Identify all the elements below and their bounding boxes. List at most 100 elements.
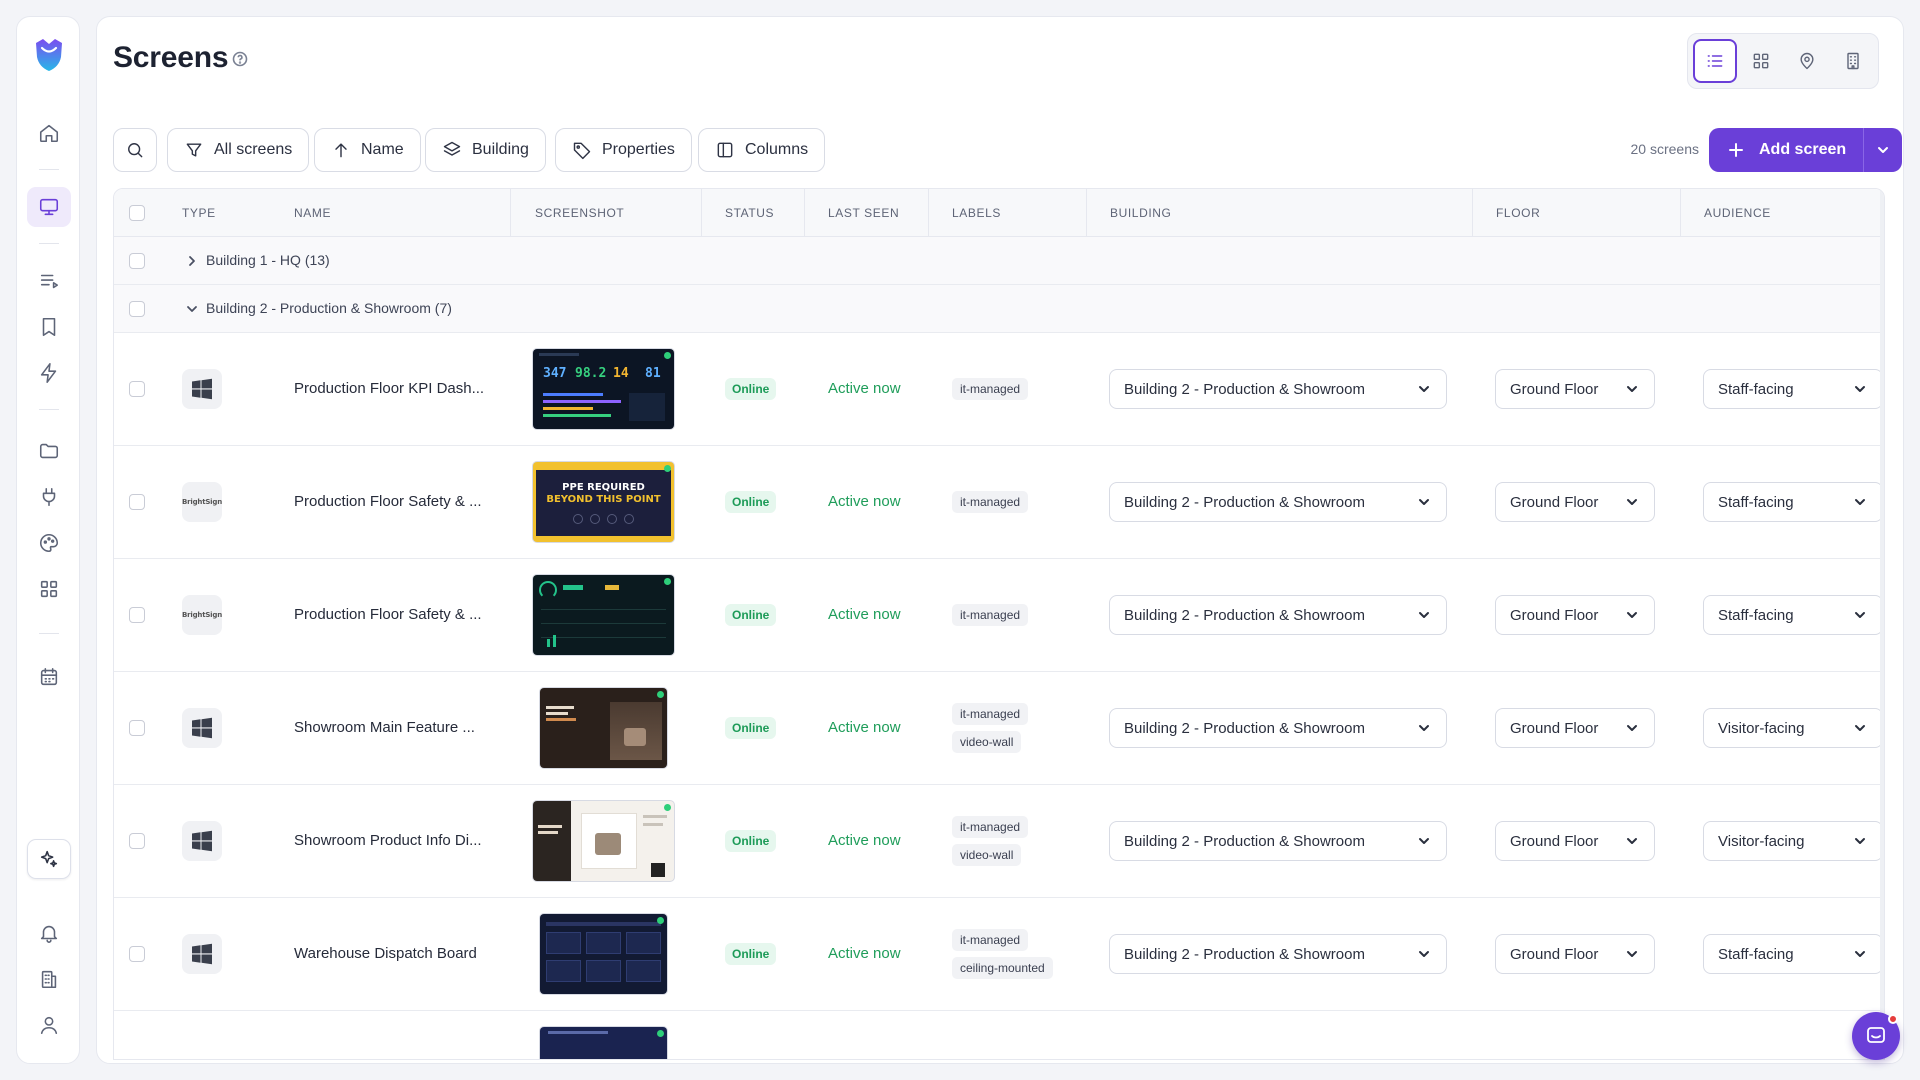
floor-select[interactable]: Ground Floor [1495, 934, 1655, 974]
audience-select[interactable]: Staff-facing [1703, 369, 1883, 409]
row-checkbox[interactable] [129, 607, 145, 623]
building-select[interactable]: Building 2 - Production & Showroom [1109, 595, 1447, 635]
logo-icon[interactable] [31, 35, 67, 75]
screen-name[interactable]: Production Floor Safety & ... [294, 606, 482, 623]
building-select[interactable]: Building 2 - Production & Showroom [1109, 482, 1447, 522]
column-screenshot[interactable]: Screenshot [510, 189, 624, 237]
floor-select[interactable]: Ground Floor [1495, 369, 1655, 409]
user-icon[interactable] [27, 1005, 71, 1045]
folder-icon[interactable] [27, 431, 71, 471]
screen-name[interactable]: Showroom Product Info Di... [294, 832, 482, 849]
screen-name[interactable]: Warehouse Dispatch Board [294, 945, 477, 962]
screenshot-thumbnail[interactable] [533, 801, 674, 881]
label-tag[interactable]: it-managed [952, 816, 1029, 838]
screen-name[interactable]: Showroom Main Feature ... [294, 719, 475, 736]
column-audience[interactable]: Audience [1680, 189, 1771, 237]
group-row-building-2[interactable]: Building 2 - Production & Showroom (7) [114, 285, 1884, 333]
label-tag[interactable]: video-wall [952, 731, 1022, 753]
add-screen-dropdown[interactable] [1863, 128, 1902, 172]
label-tag[interactable]: it-managed [952, 378, 1029, 400]
table-row[interactable]: BrightSign Production Floor Safety & ...… [114, 446, 1884, 559]
bookmark-icon[interactable] [27, 307, 71, 347]
column-building[interactable]: Building [1086, 189, 1171, 237]
table-row[interactable]: Warehouse Dispatch Board Online Active n… [114, 898, 1884, 1011]
apps-icon[interactable] [27, 569, 71, 609]
sparkle-icon[interactable] [27, 839, 71, 879]
chevron-right-icon[interactable] [184, 253, 200, 269]
columns-button[interactable]: Columns [698, 128, 826, 172]
calendar-icon[interactable] [27, 657, 71, 697]
table-row[interactable] [114, 1011, 1884, 1059]
column-name[interactable]: Name [294, 189, 331, 237]
group-row-building-1[interactable]: Building 1 - HQ (13) [114, 237, 1884, 285]
floor-select[interactable]: Ground Floor [1495, 482, 1655, 522]
table-row[interactable]: Showroom Product Info Di... Online Activ… [114, 785, 1884, 898]
label-tag[interactable]: it-managed [952, 703, 1029, 725]
label-tag[interactable]: it-managed [952, 929, 1029, 951]
building-select[interactable]: Building 2 - Production & Showroom [1109, 708, 1447, 748]
label-tag[interactable]: it-managed [952, 491, 1029, 513]
floor-select[interactable]: Ground Floor [1495, 821, 1655, 861]
filter-all-screens-button[interactable]: All screens [167, 128, 310, 172]
row-checkbox[interactable] [129, 720, 145, 736]
properties-button[interactable]: Properties [555, 128, 692, 172]
screenshot-thumbnail[interactable] [540, 1027, 667, 1059]
table-row[interactable]: Showroom Main Feature ... Online Active … [114, 672, 1884, 785]
screen-name[interactable]: Production Floor KPI Dash... [294, 380, 484, 397]
building-icon[interactable] [27, 959, 71, 999]
playlist-icon[interactable] [27, 261, 71, 301]
palette-icon[interactable] [27, 523, 71, 563]
row-checkbox[interactable] [129, 494, 145, 510]
monitor-icon[interactable] [27, 187, 71, 227]
sort-name-button[interactable]: Name [314, 128, 421, 172]
select-all-checkbox[interactable] [129, 205, 145, 221]
lightning-icon[interactable] [27, 353, 71, 393]
table-row[interactable]: Production Floor KPI Dash... 347 98.2 14… [114, 333, 1884, 446]
floor-select[interactable]: Ground Floor [1495, 708, 1655, 748]
column-status[interactable]: Status [701, 189, 774, 237]
screenshot-thumbnail[interactable]: PPE REQUIRED BEYOND THIS POINT [533, 462, 674, 542]
row-checkbox[interactable] [129, 946, 145, 962]
audience-select[interactable]: Visitor-facing [1703, 821, 1883, 861]
chevron-down-icon[interactable] [184, 301, 200, 317]
scrollbar[interactable] [1880, 189, 1884, 1059]
building-view-icon[interactable] [1831, 39, 1875, 83]
row-checkbox[interactable] [129, 833, 145, 849]
screenshot-thumbnail[interactable]: 347 98.2 14 81 [533, 349, 674, 429]
label-tag[interactable]: ceiling-mounted [952, 957, 1053, 979]
floor-select[interactable]: Ground Floor [1495, 595, 1655, 635]
audience-select[interactable]: Staff-facing [1703, 482, 1883, 522]
list-view-icon[interactable] [1693, 39, 1737, 83]
group-checkbox[interactable] [129, 253, 145, 269]
building-select[interactable]: Building 2 - Production & Showroom [1109, 934, 1447, 974]
building-select[interactable]: Building 2 - Production & Showroom [1109, 369, 1447, 409]
plug-icon[interactable] [27, 477, 71, 517]
screenshot-thumbnail[interactable] [540, 914, 667, 994]
home-icon[interactable] [27, 113, 71, 153]
screenshot-thumbnail[interactable] [540, 688, 667, 768]
screen-name[interactable]: Production Floor Safety & ... [294, 493, 482, 510]
audience-select[interactable]: Staff-facing [1703, 934, 1883, 974]
add-screen-button[interactable]: Add screen [1709, 128, 1863, 172]
plus-icon [1729, 143, 1743, 157]
screenshot-thumbnail[interactable] [533, 575, 674, 655]
map-pin-icon[interactable] [1785, 39, 1829, 83]
audience-select[interactable]: Staff-facing [1703, 595, 1883, 635]
group-building-button[interactable]: Building [425, 128, 546, 172]
row-checkbox[interactable] [129, 381, 145, 397]
help-icon[interactable] [232, 51, 248, 67]
column-type[interactable]: Type [182, 189, 216, 237]
grid-view-icon[interactable] [1739, 39, 1783, 83]
label-tag[interactable]: video-wall [952, 844, 1022, 866]
label-tag[interactable]: it-managed [952, 604, 1029, 626]
search-button[interactable] [113, 128, 157, 172]
table-row[interactable]: BrightSign Production Floor Safety & ...… [114, 559, 1884, 672]
group-checkbox[interactable] [129, 301, 145, 317]
column-labels[interactable]: Labels [928, 189, 1001, 237]
column-floor[interactable]: Floor [1472, 189, 1540, 237]
building-select[interactable]: Building 2 - Production & Showroom [1109, 821, 1447, 861]
bell-icon[interactable] [27, 913, 71, 953]
chat-button[interactable] [1852, 1012, 1900, 1060]
column-last-seen[interactable]: Last seen [804, 189, 899, 237]
audience-select[interactable]: Visitor-facing [1703, 708, 1883, 748]
